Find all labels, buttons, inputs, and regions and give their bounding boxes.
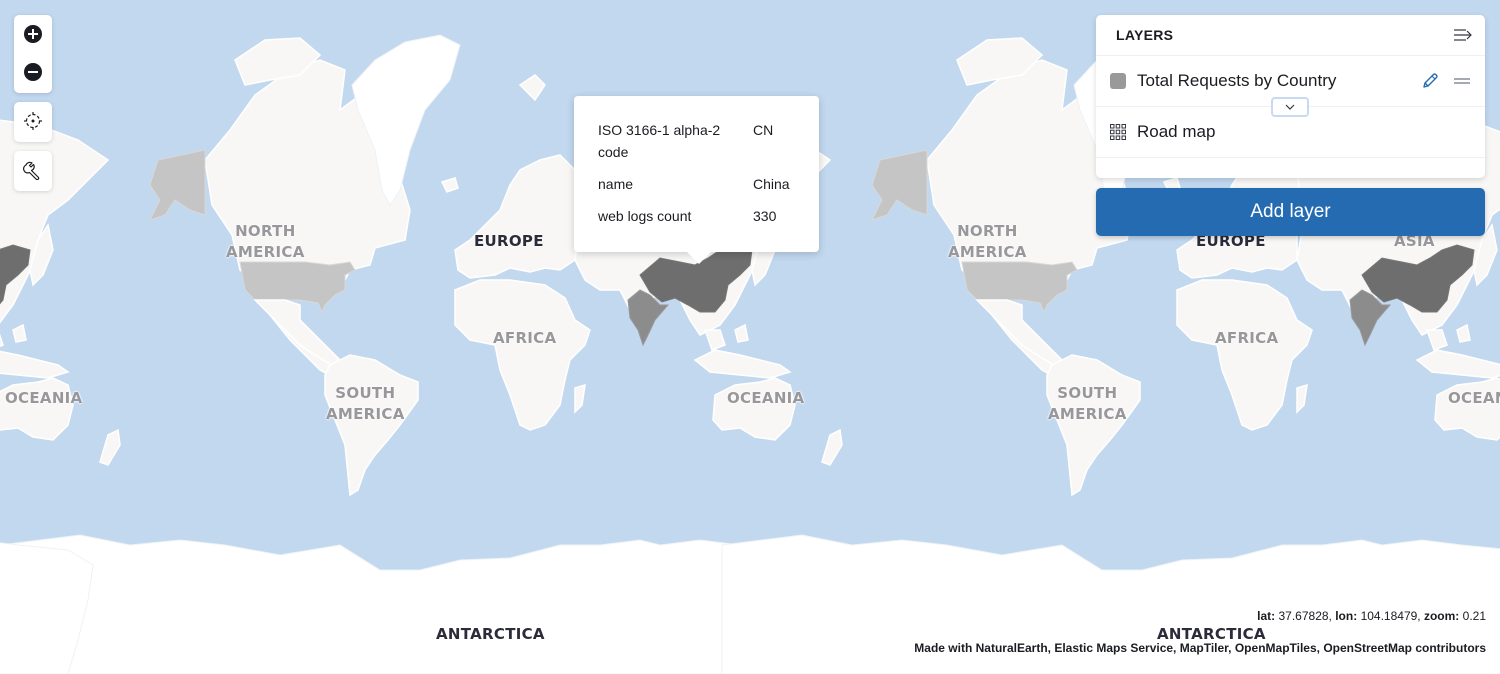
layer-item-total-requests[interactable]: Total Requests by Country	[1096, 56, 1485, 117]
tooltip-key: web logs count	[598, 208, 692, 224]
label-south-america: SOUTH AMERICA	[326, 383, 405, 425]
minus-circle-icon	[24, 63, 42, 81]
tools-control	[14, 151, 52, 191]
tooltip-value: 330	[753, 208, 777, 224]
zoom-value: 0.21	[1462, 609, 1486, 623]
feature-tooltip: ISO 3166-1 alpha-2 code CN name China we…	[574, 96, 819, 264]
layer-name: Road map	[1137, 122, 1216, 141]
label-line: AMERICA	[1048, 405, 1127, 423]
zoom-controls	[14, 15, 52, 93]
grid-icon	[1110, 124, 1126, 140]
collapse-panel-button[interactable]	[1453, 27, 1473, 43]
collapse-panel-icon	[1454, 29, 1472, 41]
label-line: AMERICA	[226, 243, 305, 261]
label-line: SOUTH	[335, 384, 396, 402]
zoom-out-button[interactable]	[14, 53, 52, 91]
edit-layer-button[interactable]	[1421, 72, 1439, 90]
label-line: AMERICA	[948, 243, 1027, 261]
tooltip-key: name	[598, 176, 634, 192]
tooltip-key: ISO 3166-1 alpha-2 code	[598, 122, 721, 160]
lat-value: 37.67828	[1278, 609, 1329, 623]
layer-name: Total Requests by Country	[1137, 71, 1337, 90]
label-oceania: OCEANIA	[727, 389, 805, 407]
set-view-control	[14, 102, 52, 142]
chevron-down-icon	[1285, 104, 1295, 110]
label-europe: EUROPE	[474, 232, 544, 250]
label-south-america-repeat: SOUTH AMERICA	[1048, 383, 1127, 425]
layers-panel: LAYERS Total Requests by Country Road ma…	[1096, 15, 1485, 178]
lon-value: 104.18479	[1360, 609, 1418, 623]
layers-title: LAYERS	[1116, 27, 1174, 43]
tooltip-row: web logs count 330	[598, 205, 795, 227]
tooltip-value: CN	[753, 122, 774, 138]
tooltip-row: ISO 3166-1 alpha-2 code CN	[598, 119, 795, 163]
coordinates-readout: lat: 37.67828, lon: 104.18479, zoom: 0.2…	[1257, 609, 1486, 623]
lon-label: lon:	[1335, 609, 1358, 623]
label-oceania-left: OCEANIA	[5, 389, 83, 407]
layer-swatch-icon	[1110, 73, 1126, 89]
expand-layer-details-button[interactable]	[1271, 97, 1309, 117]
add-layer-button[interactable]: Add layer	[1096, 188, 1485, 236]
zoom-in-button[interactable]	[14, 15, 52, 53]
label-line: AMERICA	[326, 405, 405, 423]
wrench-icon	[23, 161, 40, 180]
label-africa-repeat: AFRICA	[1215, 329, 1279, 347]
set-view-button[interactable]	[14, 102, 52, 140]
lat-label: lat:	[1257, 609, 1276, 623]
map-attribution: Made with NaturalEarth, Elastic Maps Ser…	[914, 641, 1486, 655]
label-antarctica: ANTARCTICA	[436, 625, 545, 643]
plus-circle-icon	[24, 25, 42, 43]
label-oceania-right: OCEANIA	[1448, 389, 1500, 407]
tooltip-row: name China	[598, 173, 795, 195]
label-line: SOUTH	[1057, 384, 1118, 402]
zoom-label: zoom:	[1423, 609, 1460, 623]
label-line: NORTH	[957, 222, 1018, 240]
label-line: NORTH	[235, 222, 296, 240]
crosshair-icon	[24, 112, 42, 130]
label-north-america-repeat: NORTH AMERICA	[948, 221, 1027, 263]
drag-handle-icon	[1454, 78, 1470, 84]
label-africa: AFRICA	[493, 329, 557, 347]
drag-handle[interactable]	[1453, 75, 1471, 87]
tools-button[interactable]	[14, 151, 52, 189]
pencil-icon	[1423, 73, 1438, 88]
tooltip-value: China	[753, 176, 790, 192]
layers-header: LAYERS	[1096, 15, 1485, 56]
label-north-america: NORTH AMERICA	[226, 221, 305, 263]
